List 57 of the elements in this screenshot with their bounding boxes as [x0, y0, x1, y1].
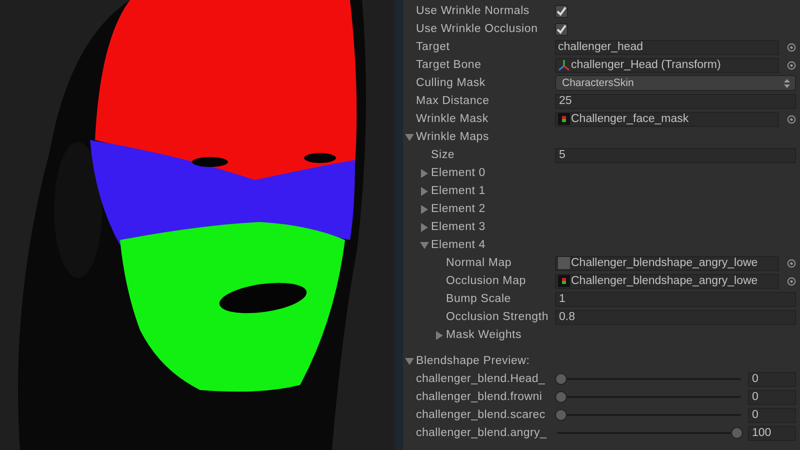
- foldout[interactable]: Element 2: [420, 203, 486, 215]
- object-field[interactable]: challenger_Head (Transform): [555, 58, 779, 72]
- field-label: Bump Scale: [445, 293, 512, 305]
- slider[interactable]: [555, 373, 743, 385]
- foldout-arrow-icon: [405, 356, 414, 366]
- field-label: Occlusion Strength: [445, 311, 550, 323]
- number-field[interactable]: 0: [748, 372, 796, 386]
- blendshape-label: challenger_blend.angry_: [416, 427, 548, 439]
- field-label: Target: [416, 41, 451, 53]
- foldout-arrow-icon: [435, 330, 444, 340]
- blendshape-label: challenger_blend.Head_: [416, 373, 546, 385]
- texture-thumbnail-icon: [558, 275, 570, 287]
- foldout[interactable]: Element 3: [420, 221, 486, 233]
- updown-arrows-icon: [784, 78, 790, 88]
- object-field[interactable]: Challenger_face_mask: [555, 112, 779, 126]
- number-field[interactable]: 5: [555, 148, 796, 162]
- checkbox[interactable]: [555, 22, 568, 36]
- foldout[interactable]: Wrinkle Maps: [405, 131, 490, 143]
- field-label: Culling Mask: [416, 77, 486, 89]
- foldout[interactable]: Element 4: [420, 239, 486, 251]
- texture-thumbnail-icon: [558, 113, 570, 125]
- foldout[interactable]: Mask Weights: [435, 329, 522, 341]
- object-picker-icon[interactable]: [787, 114, 796, 124]
- foldout[interactable]: Element 0: [420, 167, 486, 179]
- field-label: Wrinkle Mask: [416, 113, 490, 125]
- foldout[interactable]: Element 1: [420, 185, 486, 197]
- object-field[interactable]: Challenger_blendshape_angry_lowe: [555, 256, 779, 270]
- number-field[interactable]: 25: [555, 94, 796, 108]
- field-label: Max Distance: [416, 95, 490, 107]
- axes-icon: [558, 59, 570, 71]
- object-field[interactable]: challenger_head: [555, 40, 779, 54]
- number-field[interactable]: 100: [748, 426, 796, 440]
- blendshape-label: challenger_blend.scarec: [416, 409, 546, 421]
- field-label: Size: [430, 149, 456, 161]
- slider-thumb[interactable]: [731, 427, 743, 439]
- slider[interactable]: [555, 391, 743, 403]
- blendshape-label: challenger_blend.frowni: [416, 391, 544, 403]
- field-label: Occlusion Map: [445, 275, 527, 287]
- texture-thumbnail-icon: [558, 257, 570, 269]
- dropdown[interactable]: CharactersSkin: [555, 75, 796, 91]
- number-field[interactable]: 1: [555, 292, 796, 306]
- object-field[interactable]: Challenger_blendshape_angry_lowe: [555, 274, 779, 288]
- slider[interactable]: [555, 409, 743, 421]
- number-field[interactable]: 0: [748, 408, 796, 422]
- foldout[interactable]: Blendshape Preview:: [405, 355, 530, 367]
- slider-thumb[interactable]: [555, 391, 567, 403]
- slider-thumb[interactable]: [555, 409, 567, 421]
- field-label: Target Bone: [416, 59, 482, 71]
- number-field[interactable]: 0: [748, 390, 796, 404]
- checkbox[interactable]: [555, 4, 568, 18]
- field-label: Use Wrinkle Normals: [416, 5, 530, 17]
- slider[interactable]: [555, 427, 743, 439]
- number-field[interactable]: 0.8: [555, 310, 796, 324]
- field-label: Normal Map: [445, 257, 513, 269]
- foldout-arrow-icon: [405, 132, 414, 142]
- slider-thumb[interactable]: [555, 373, 567, 385]
- field-label: Use Wrinkle Occlusion: [416, 23, 539, 35]
